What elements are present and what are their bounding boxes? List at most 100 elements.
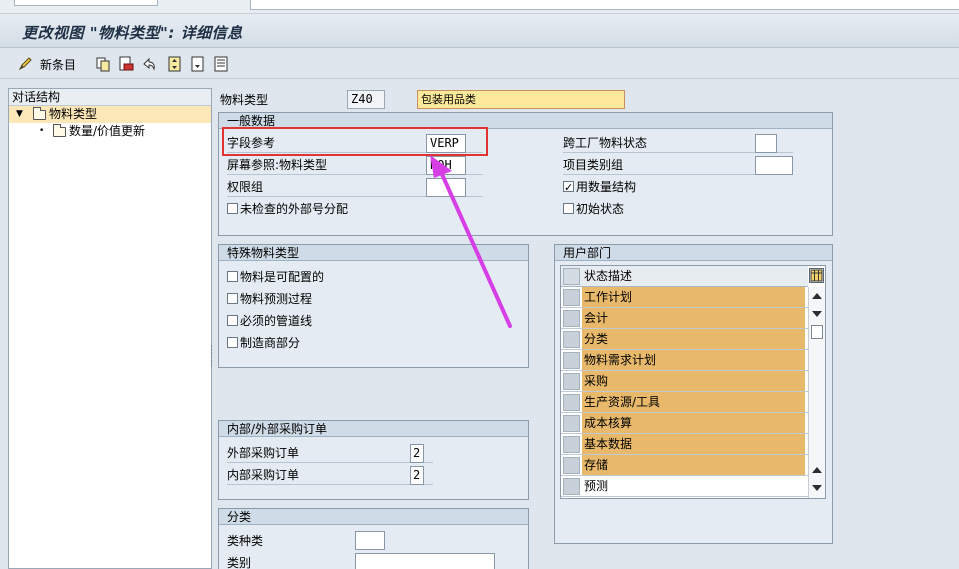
ext-number-check-checkbox[interactable] (227, 203, 238, 214)
folder-icon (53, 124, 66, 137)
pipeline-checkbox[interactable] (227, 315, 238, 326)
command-field[interactable] (250, 0, 959, 10)
user-departments-header: 用户部门 (555, 245, 832, 261)
table-cell: 基本数据 (582, 434, 805, 454)
column-settings-icon[interactable] (809, 268, 824, 283)
internal-po-label: 内部采购订单 (227, 468, 300, 482)
classification-header: 分类 (219, 509, 528, 525)
row-selector[interactable] (563, 310, 580, 327)
table-row[interactable]: 预测 (561, 476, 808, 497)
panel-splitter[interactable] (211, 345, 214, 367)
page-title: 更改视图 "物料类型": 详细信息 (22, 24, 243, 42)
new-entries-button[interactable]: 新条目 (18, 55, 76, 73)
table-row[interactable]: 分类 (561, 329, 808, 350)
ext-number-check-label: 未检查的外部号分配 (240, 202, 349, 216)
previous-entry-button[interactable] (167, 55, 183, 73)
table-cell: 会计 (582, 308, 805, 328)
table-cell: 工作计划 (582, 287, 805, 307)
select-all-button[interactable] (213, 55, 229, 73)
qty-structure-row: 用数量结构 (563, 177, 793, 198)
row-selector[interactable] (563, 331, 580, 348)
nav-item-qty-value-update[interactable]: • 数量/价值更新 (9, 123, 211, 140)
class-type-input[interactable] (355, 531, 385, 550)
scroll-down-icon[interactable] (812, 311, 822, 317)
table-row[interactable]: 采购 (561, 371, 808, 392)
delete-icon (118, 56, 134, 72)
table-row[interactable]: 物料需求计划 (561, 350, 808, 371)
cross-plant-status-input[interactable] (755, 134, 777, 153)
special-item-label: 必须的管道线 (240, 314, 313, 328)
copy-icon (95, 56, 111, 72)
table-row[interactable]: 基本数据 (561, 434, 808, 455)
internal-po-input[interactable]: 2 (410, 466, 424, 485)
class-label: 类别 (227, 556, 252, 569)
item-category-group-input[interactable] (755, 156, 793, 175)
next-entry-button[interactable] (190, 55, 206, 73)
user-departments-table: 状态描述 工作计划 会计 分类 物料需求计划 采购 生产资源/工具 成本核算 基… (560, 265, 826, 499)
external-po-row: 外部采购订单 (227, 443, 433, 463)
row-selector[interactable] (563, 478, 580, 495)
cross-plant-status-label: 跨工厂物料状态 (563, 136, 648, 150)
row-selector[interactable] (563, 436, 580, 453)
special-material-types-group: 特殊物料类型 物料是可配置的 物料预测过程 必须的管道线 制造商部分 (218, 244, 529, 368)
scroll-page-down-icon[interactable] (812, 485, 822, 491)
top-tab (14, 0, 158, 6)
classification-group: 分类 类种类 类别 (218, 508, 529, 569)
row-selector[interactable] (563, 289, 580, 306)
table-cell: 分类 (582, 329, 805, 349)
row-selector[interactable] (563, 415, 580, 432)
item-category-group-label: 项目类别组 (563, 158, 624, 172)
expand-triangle-icon[interactable]: ▼ (16, 106, 23, 123)
table-row[interactable]: 存储 (561, 455, 808, 476)
screen-reference-label: 屏幕参照:物料类型 (227, 158, 328, 172)
copy-button[interactable] (95, 55, 111, 73)
tree-bullet-icon: • (39, 126, 45, 136)
nav-item-material-type[interactable]: ▼ 物料类型 (9, 106, 211, 123)
purchase-orders-header: 内部/外部采购订单 (219, 421, 528, 437)
table-cell: 生产资源/工具 (582, 392, 805, 412)
annotation-highlight-box (222, 127, 488, 156)
scroll-thumb[interactable] (811, 325, 823, 339)
row-selector[interactable] (563, 457, 580, 474)
dialog-structure-header: 对话结构 (9, 89, 211, 106)
row-selector[interactable] (563, 352, 580, 369)
row-selector[interactable] (563, 394, 580, 411)
screen-reference-input[interactable]: ROH (426, 156, 466, 175)
external-po-label: 外部采购订单 (227, 446, 300, 460)
manufacturer-part-checkbox[interactable] (227, 337, 238, 348)
folder-open-icon (33, 107, 46, 120)
edit-pencil-icon (18, 56, 34, 72)
select-all-rows-button[interactable] (563, 268, 580, 285)
external-po-input[interactable]: 2 (410, 444, 424, 463)
auth-group-input[interactable] (426, 178, 466, 197)
table-row[interactable]: 会计 (561, 308, 808, 329)
table-row[interactable]: 生产资源/工具 (561, 392, 808, 413)
table-row[interactable]: 成本核算 (561, 413, 808, 434)
table-vertical-scrollbar[interactable] (808, 287, 825, 498)
next-entry-icon (190, 56, 206, 72)
table-cell: 采购 (582, 371, 805, 391)
table-row[interactable]: 工作计划 (561, 287, 808, 308)
forecast-checkbox[interactable] (227, 293, 238, 304)
class-input[interactable] (355, 553, 495, 569)
initial-status-checkbox[interactable] (563, 203, 574, 214)
row-selector[interactable] (563, 373, 580, 390)
dialog-structure-panel: 对话结构 ▼ 物料类型 • 数量/价值更新 (8, 88, 212, 569)
table-header-row: 状态描述 (561, 266, 808, 287)
qty-structure-label: 用数量结构 (576, 180, 637, 194)
qty-structure-checkbox[interactable] (563, 178, 574, 198)
title-bar: 更改视图 "物料类型": 详细信息 (0, 14, 959, 48)
undo-button[interactable] (141, 55, 157, 73)
scroll-page-up-icon[interactable] (812, 467, 822, 473)
column-header-status-description[interactable]: 状态描述 (582, 266, 633, 286)
scroll-up-icon[interactable] (812, 293, 822, 299)
class-row: 类别 (227, 553, 357, 569)
initial-status-label: 初始状态 (576, 202, 625, 216)
material-type-description-input[interactable]: 包装用品类 (417, 90, 625, 109)
delete-button[interactable] (118, 55, 134, 73)
table-cell: 预测 (582, 476, 805, 496)
configurable-checkbox[interactable] (227, 271, 238, 282)
special-item-configurable: 物料是可配置的 (227, 267, 517, 287)
special-item-label: 物料是可配置的 (240, 270, 325, 284)
special-item-forecast: 物料预测过程 (227, 289, 517, 309)
